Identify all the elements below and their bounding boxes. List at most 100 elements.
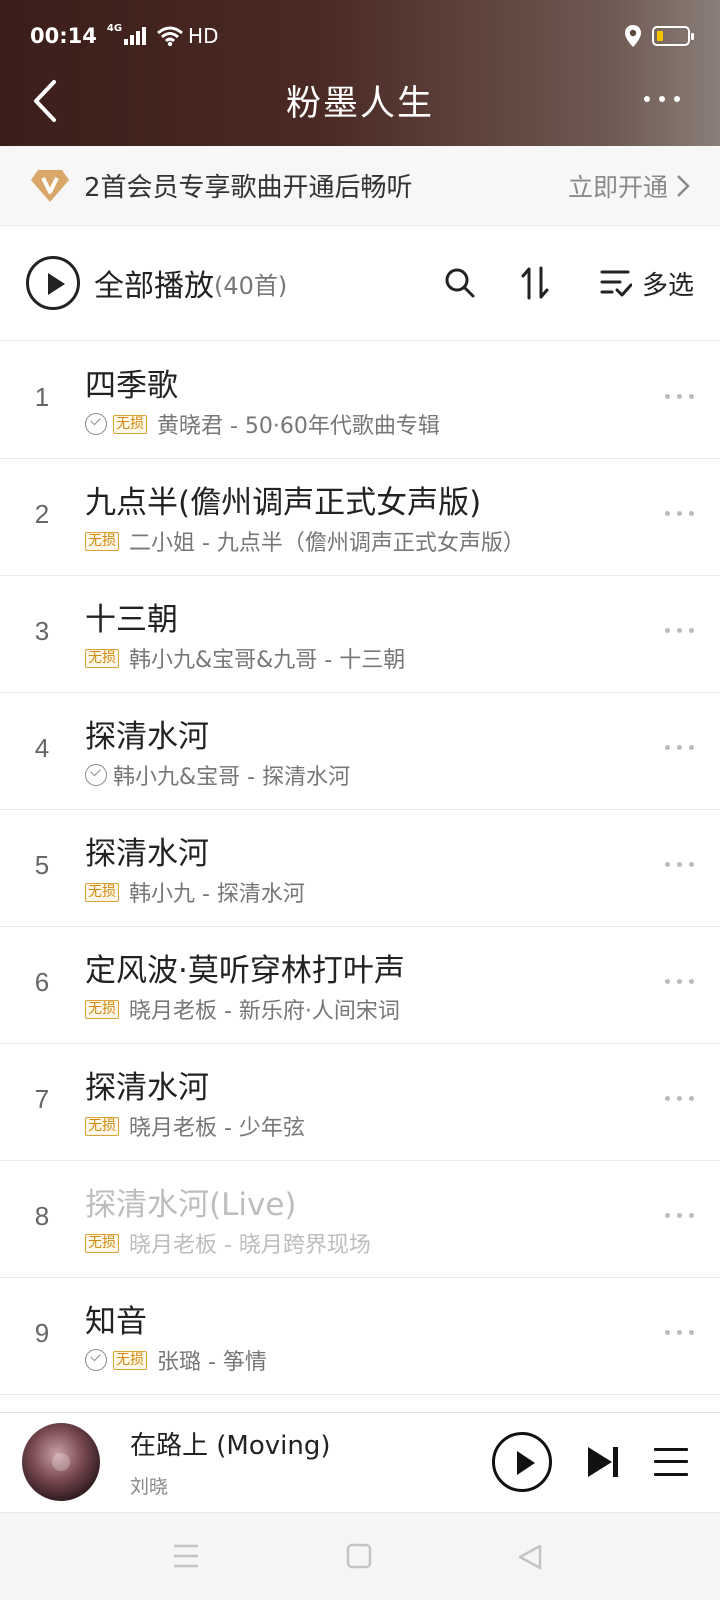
lossless-badge: 无损 [85, 882, 119, 902]
downloaded-check-icon [85, 413, 107, 435]
song-row[interactable]: 8 探清水河(Live) 无损 晓月老板 - 晓月跨界现场 [0, 1161, 720, 1278]
menu-icon[interactable] [172, 1543, 200, 1569]
search-icon [445, 268, 475, 298]
back-icon[interactable] [28, 78, 68, 124]
song-more-icon[interactable] [665, 1213, 694, 1218]
song-subtitle-row: 无损 韩小九 - 探清水河 [85, 876, 305, 908]
list-toolbar: 全部播放 (40首) 多选 [0, 226, 720, 341]
signal-icon [124, 27, 147, 45]
more-options-icon[interactable] [644, 84, 680, 114]
song-row[interactable]: 7 探清水河 无损 晓月老板 - 少年弦 [0, 1044, 720, 1161]
song-artist-album: 晓月老板 - 少年弦 [129, 1116, 305, 1141]
lossless-badge: 无损 [85, 1233, 119, 1253]
mini-player[interactable]: 在路上 (Moving) 刘晓 [0, 1412, 720, 1510]
song-subtitle-row: 无损 张璐 - 筝情 [85, 1344, 267, 1376]
battery-icon [652, 26, 694, 46]
song-artist-album: 张璐 - 筝情 [157, 1350, 267, 1375]
now-playing-title: 在路上 (Moving) [130, 1430, 331, 1461]
downloaded-check-icon [85, 1349, 107, 1371]
play-all-icon[interactable] [26, 256, 80, 310]
song-artist-album: 二小姐 - 九点半（儋州调声正式女声版） [129, 531, 525, 556]
play-icon[interactable] [492, 1431, 552, 1492]
multi-select-label: 多选 [641, 270, 694, 301]
song-row[interactable]: 1 四季歌无损 黄晓君 - 50·60年代歌曲专辑 [0, 342, 720, 459]
page-title: 粉墨人生 [285, 83, 434, 124]
song-row[interactable]: 4 探清水河 韩小九&宝哥 - 探清水河 [0, 693, 720, 810]
song-index: 9 [34, 1318, 50, 1348]
song-title: 定风波·莫听穿林打叶声 [85, 953, 405, 989]
vip-diamond-icon [31, 169, 69, 202]
chevron-right-icon [677, 174, 690, 197]
now-playing-artist: 刘晓 [130, 1475, 169, 1498]
song-more-icon[interactable] [665, 745, 694, 750]
song-row[interactable]: 9 知音无损 张璐 - 筝情 [0, 1278, 720, 1395]
playlist-icon[interactable] [654, 1447, 688, 1476]
multi-select-icon [600, 270, 632, 297]
song-row[interactable]: 5 探清水河无损 韩小九 - 探清水河 [0, 810, 720, 927]
song-subtitle-row: 韩小九&宝哥 - 探清水河 [85, 759, 350, 791]
song-index: 6 [34, 967, 50, 997]
song-more-icon[interactable] [665, 862, 694, 867]
lossless-badge: 无损 [113, 1350, 147, 1370]
song-artist-album: 韩小九 - 探清水河 [129, 882, 305, 907]
song-artist-album: 晓月老板 - 晓月跨界现场 [129, 1233, 371, 1258]
hd-label: HD [188, 24, 219, 48]
next-track-icon[interactable] [586, 1444, 620, 1480]
home-icon[interactable] [346, 1543, 372, 1569]
lossless-badge: 无损 [113, 414, 147, 434]
song-index: 1 [34, 382, 50, 412]
song-index: 2 [34, 499, 50, 529]
song-more-icon[interactable] [665, 1096, 694, 1101]
song-artist-album: 韩小九&宝哥 - 探清水河 [113, 765, 351, 790]
nav-bar: 粉墨人生 [0, 64, 720, 136]
song-artist-album: 黄晓君 - 50·60年代歌曲专辑 [157, 414, 440, 439]
status-time: 00:14 [30, 24, 97, 48]
song-subtitle-row: 无损 晓月老板 - 少年弦 [85, 1110, 305, 1142]
song-more-icon[interactable] [665, 511, 694, 516]
song-row[interactable]: 3 十三朝 无损 韩小九&宝哥&九哥 - 十三朝 [0, 576, 720, 693]
back-triangle-icon[interactable] [516, 1543, 544, 1571]
song-index: 3 [34, 616, 50, 646]
song-list: 1 四季歌 无损 黄晓君 - 50·60年代歌曲专辑 2 九点半(儋州调声正式女声版) 无损… [0, 342, 720, 1395]
song-title: 探清水河 [85, 1070, 209, 1106]
album-cover[interactable] [22, 1422, 100, 1501]
song-subtitle-row: 无损 晓月老板 - 晓月跨界现场 [85, 1227, 371, 1259]
play-all-label[interactable]: 全部播放 [94, 261, 214, 305]
song-artist-album: 韩小九&宝哥&九哥 - 十三朝 [129, 648, 406, 673]
search-button[interactable] [444, 267, 476, 299]
lossless-badge: 无损 [85, 999, 119, 1019]
header-bar: 00:14 4G HD 粉墨人生 [0, 0, 720, 146]
song-subtitle-row: 无损 二小姐 - 九点半（儋州调声正式女声版） [85, 525, 525, 557]
vip-open-button[interactable]: 立即开通 [568, 168, 690, 204]
network-type: 4G [106, 22, 123, 34]
sort-icon [521, 266, 549, 300]
song-more-icon[interactable] [665, 1330, 694, 1335]
song-row[interactable]: 2 九点半(儋州调声正式女声版) 无损 二小姐 - 九点半（儋州调声正式女声版） [0, 459, 720, 576]
song-subtitle-row: 无损 黄晓君 - 50·60年代歌曲专辑 [85, 408, 440, 440]
song-title: 探清水河(Live) [85, 1187, 297, 1223]
sort-button[interactable] [520, 266, 550, 300]
song-title: 四季歌 [85, 368, 178, 404]
vip-banner[interactable]: 2首会员专享歌曲开通后畅听 立即开通 [0, 146, 720, 226]
downloaded-check-icon [85, 764, 107, 786]
location-icon [625, 25, 641, 47]
song-more-icon[interactable] [665, 979, 694, 984]
lossless-badge: 无损 [85, 531, 119, 551]
wifi-icon [157, 26, 183, 47]
song-index: 5 [34, 850, 50, 880]
song-row[interactable]: 6 定风波·莫听穿林打叶声 无损 晓月老板 - 新乐府·人间宋词 [0, 927, 720, 1044]
vip-open-label: 立即开通 [567, 172, 668, 202]
status-bar: 00:14 4G HD [30, 20, 694, 52]
song-title: 九点半(儋州调声正式女声版) [85, 485, 482, 521]
lossless-badge: 无损 [85, 1116, 119, 1136]
song-title: 探清水河 [85, 719, 209, 755]
now-playing-info[interactable]: 在路上 (Moving) 刘晓 [130, 1425, 331, 1499]
system-nav-bar [0, 1512, 720, 1600]
song-title: 知音 [85, 1304, 147, 1340]
song-title: 探清水河 [85, 836, 209, 872]
multi-select-button[interactable]: 多选 [600, 265, 694, 302]
song-subtitle-row: 无损 韩小九&宝哥&九哥 - 十三朝 [85, 642, 405, 674]
song-count: (40首) [214, 271, 288, 300]
song-more-icon[interactable] [665, 394, 694, 399]
song-more-icon[interactable] [665, 628, 694, 633]
